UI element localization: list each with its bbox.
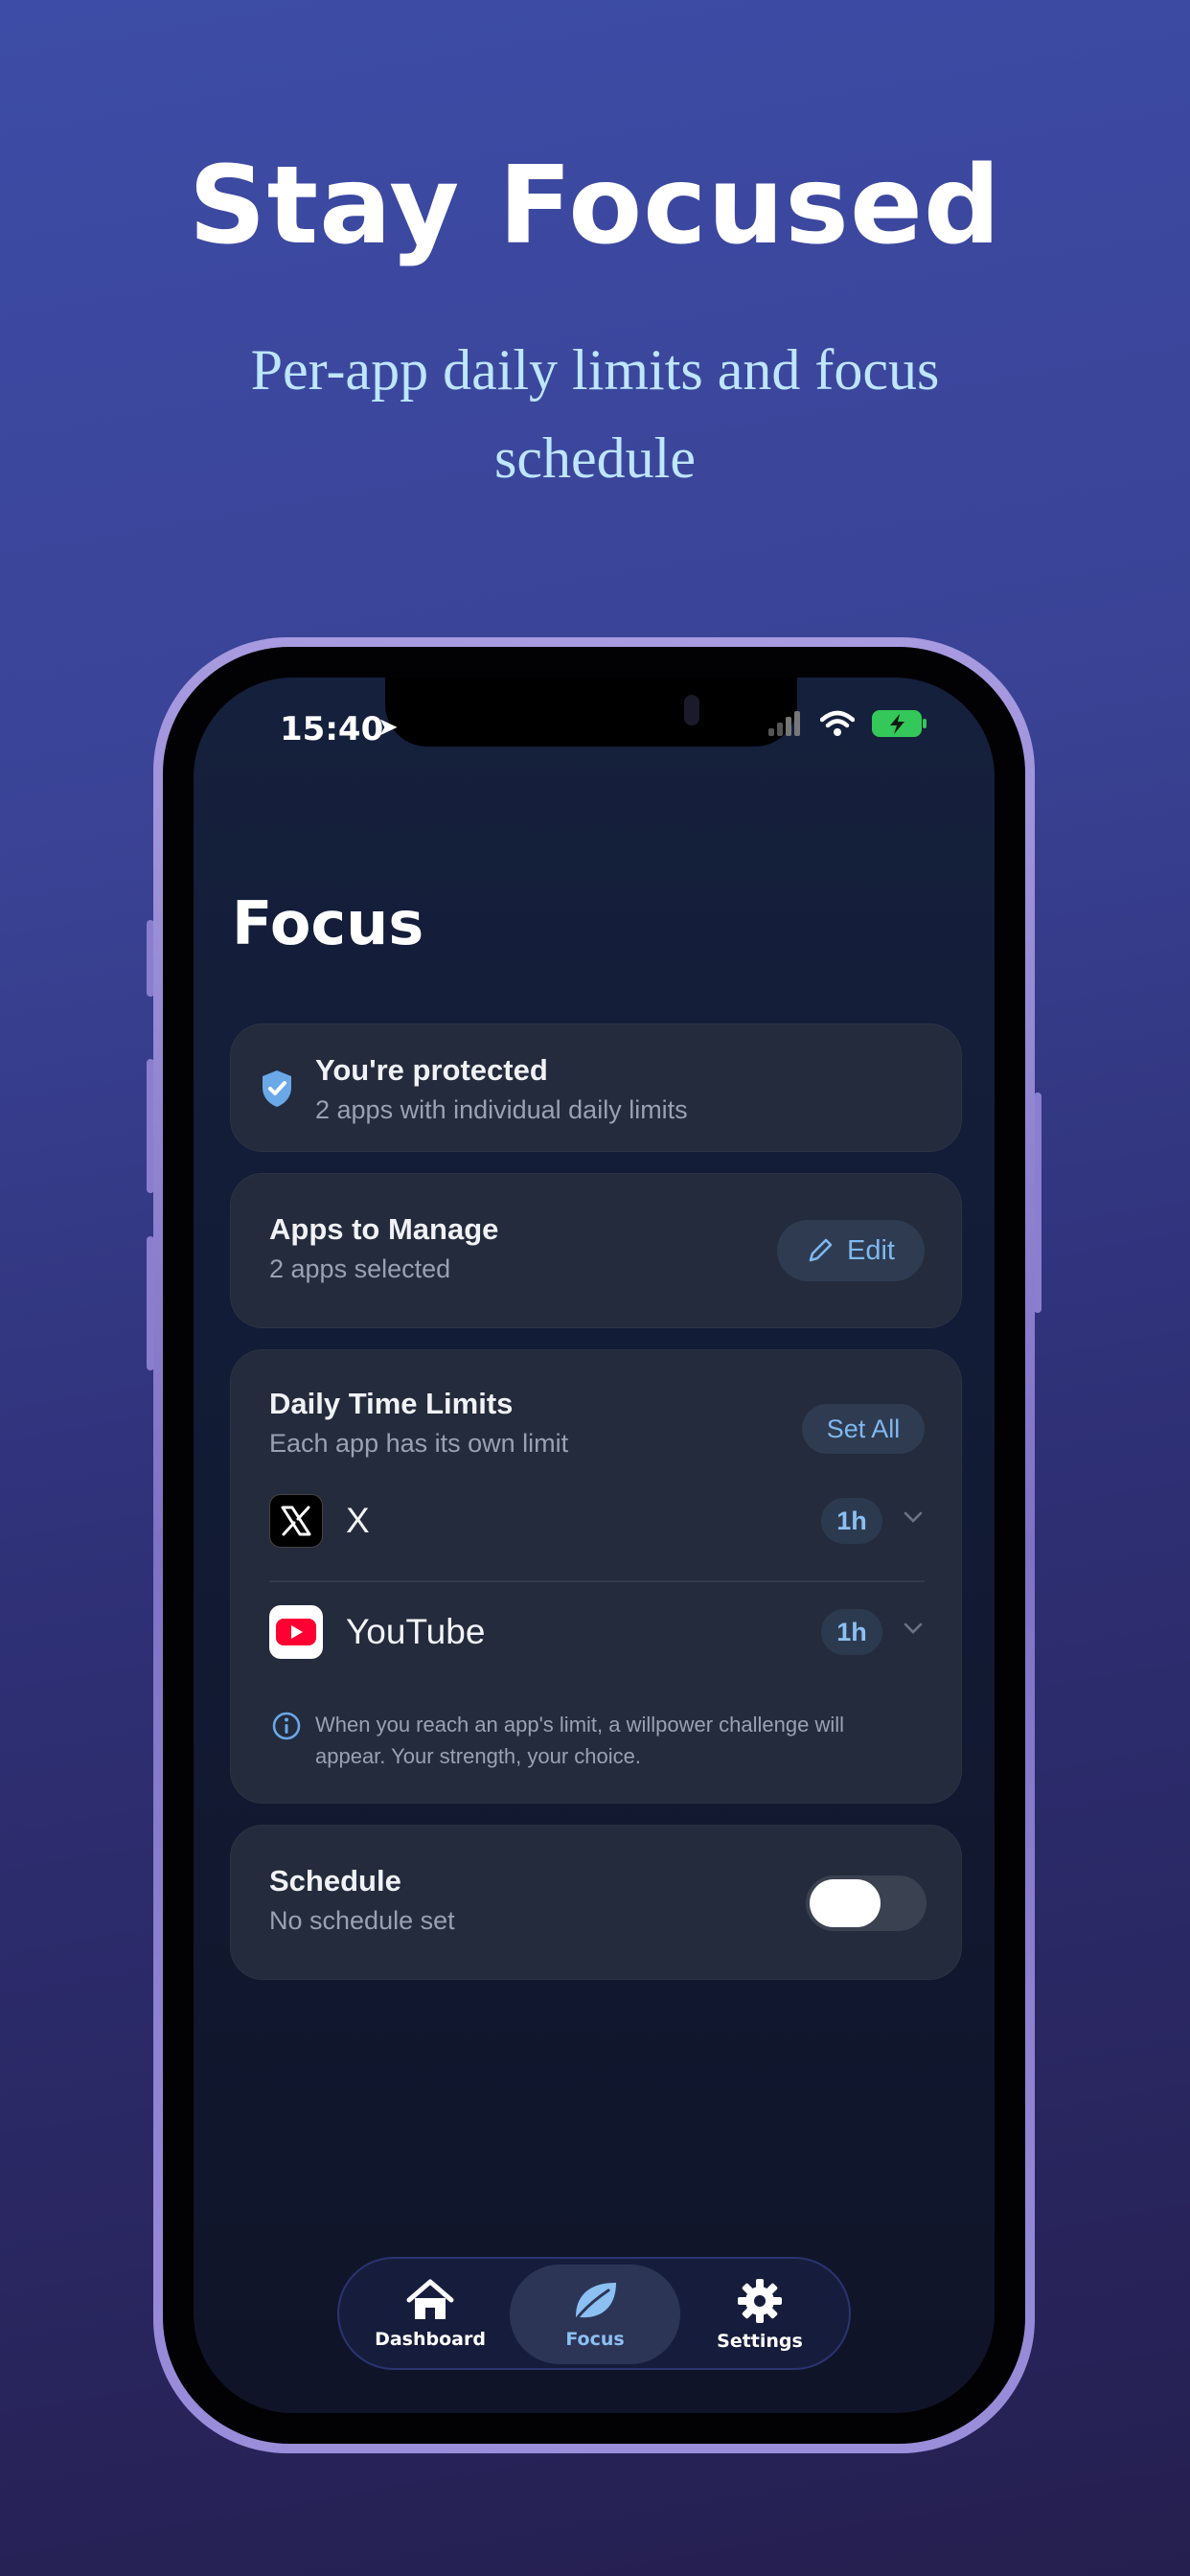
battery-charging-icon [872, 710, 927, 737]
gear-icon [738, 2279, 782, 2323]
phone-screen: 15:40 ➤ Focus You're protected 2 apps wi… [194, 678, 995, 2413]
schedule-title: Schedule [269, 1864, 401, 1898]
phone-bezel: 15:40 ➤ Focus You're protected 2 apps wi… [163, 647, 1025, 2444]
leaf-icon [576, 2283, 616, 2319]
status-icons [768, 710, 927, 737]
set-all-button[interactable]: Set All [802, 1404, 925, 1454]
phone-power-button [1034, 1092, 1041, 1313]
daily-limits-card: Daily Time Limits Each app has its own l… [230, 1349, 962, 1804]
set-all-label: Set All [826, 1414, 901, 1443]
app-limit-row-youtube[interactable]: YouTube 1h [269, 1582, 925, 1682]
limit-info-text: When you reach an app's limit, a willpow… [315, 1713, 845, 1768]
tab-label: Focus [565, 2329, 625, 2350]
shield-check-icon [263, 1070, 291, 1107]
status-time: 15:40 [280, 710, 384, 748]
tab-dashboard[interactable]: Dashboard [345, 2265, 515, 2364]
protection-title: You're protected [315, 1053, 548, 1087]
protection-card: You're protected 2 apps with individual … [230, 1024, 962, 1152]
limit-badge[interactable]: 1h [821, 1498, 882, 1544]
youtube-logo-icon [269, 1605, 323, 1659]
location-arrow-icon: ➤ [378, 712, 399, 741]
x-logo-icon [269, 1494, 323, 1548]
tab-focus[interactable]: Focus [510, 2265, 680, 2364]
app-name: YouTube [346, 1612, 486, 1651]
house-icon [406, 2279, 454, 2319]
protection-subtitle: 2 apps with individual daily limits [315, 1095, 688, 1124]
apps-selected-count: 2 apps selected [269, 1254, 451, 1283]
tab-settings[interactable]: Settings [675, 2265, 845, 2364]
tab-bar: Dashboard Focus Settings [337, 2257, 851, 2370]
pencil-icon [809, 1238, 833, 1262]
apps-to-manage-title: Apps to Manage [269, 1212, 499, 1246]
schedule-card: Schedule No schedule set [230, 1825, 962, 1980]
edit-apps-button[interactable]: Edit [777, 1220, 925, 1281]
phone-frame: 15:40 ➤ Focus You're protected 2 apps wi… [153, 637, 1035, 2453]
schedule-subtitle: No schedule set [269, 1906, 455, 1935]
apps-to-manage-card: Apps to Manage 2 apps selected Edit [230, 1173, 962, 1328]
wifi-icon [820, 710, 855, 736]
headline: Stay Focused [188, 144, 1002, 268]
edit-label: Edit [847, 1234, 895, 1266]
chevron-down-icon[interactable] [902, 1617, 925, 1640]
chevron-down-icon[interactable] [902, 1506, 925, 1529]
daily-limits-title: Daily Time Limits [269, 1387, 514, 1420]
tab-label: Dashboard [375, 2329, 486, 2350]
subheadline: Per-app daily limits and focus schedule [250, 338, 940, 490]
notch [385, 678, 797, 747]
front-camera [684, 695, 699, 725]
app-limit-row-x[interactable]: X 1h [269, 1471, 925, 1571]
limit-badge[interactable]: 1h [821, 1609, 882, 1655]
daily-limits-subtitle: Each app has its own limit [269, 1429, 569, 1458]
toggle-knob [810, 1879, 881, 1927]
page-title: Focus [232, 888, 424, 958]
schedule-toggle[interactable] [806, 1875, 927, 1931]
tab-label: Settings [717, 2331, 803, 2352]
signal-icon [768, 711, 800, 736]
app-name: X [346, 1501, 370, 1540]
info-icon [272, 1712, 301, 1740]
